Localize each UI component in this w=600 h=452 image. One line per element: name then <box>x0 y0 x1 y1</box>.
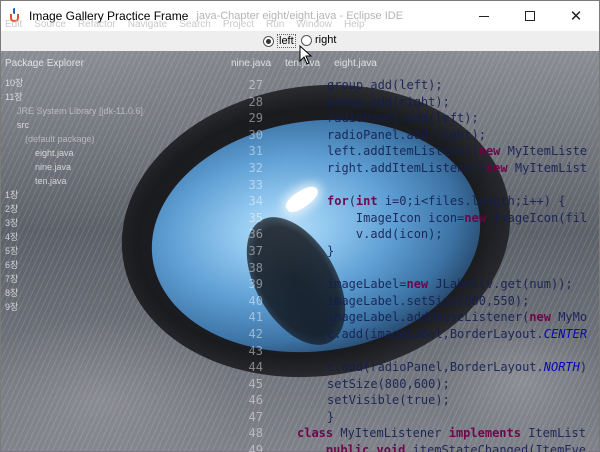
ghost-menu-item: Project <box>222 19 254 30</box>
ghost-menu-item: Help <box>343 19 365 30</box>
radio-indicator <box>263 35 274 47</box>
mouse-cursor-icon <box>299 45 313 65</box>
minimize-button[interactable] <box>461 1 507 31</box>
right-radio-label: right <box>315 34 337 46</box>
minimize-icon <box>479 15 489 17</box>
ghost-menu-item: Window <box>296 19 332 30</box>
close-button[interactable]: ✕ <box>553 1 599 31</box>
close-icon: ✕ <box>569 7 583 25</box>
ghost-menu-item: Edit <box>5 19 23 30</box>
maximize-icon <box>525 11 535 21</box>
left-radio-label: left <box>277 34 296 48</box>
maximize-button[interactable] <box>507 1 553 31</box>
ghost-menu-item: Source <box>34 19 66 30</box>
ghost-menu-item: Run <box>266 19 285 30</box>
image-label[interactable] <box>1 51 599 451</box>
app-window: Image Gallery Practice Frame java-Chapte… <box>0 0 600 452</box>
radio-indicator <box>301 34 312 46</box>
ghost-menu-item: Navigate <box>127 19 168 30</box>
left-radio-button[interactable]: left <box>263 34 296 48</box>
ghost-menu-bar: Edit Source Refactor Navigate Search Project R… <box>5 19 365 30</box>
ghost-menu-item: Refactor <box>77 19 116 30</box>
window-controls: ✕ <box>461 1 599 31</box>
ghost-menu-item: Search <box>179 19 211 30</box>
